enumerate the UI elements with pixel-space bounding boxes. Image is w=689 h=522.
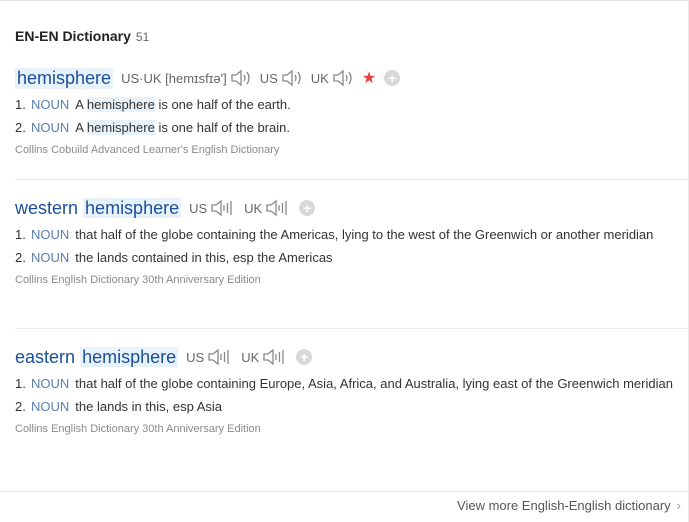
headword-highlight: hemisphere xyxy=(80,346,179,367)
speaker-icon[interactable] xyxy=(332,69,354,87)
headword-prefix: eastern xyxy=(15,346,76,367)
speaker-wave-icon[interactable] xyxy=(265,199,291,217)
dictionary-source: Collins Cobuild Advanced Learner's Engli… xyxy=(15,144,280,156)
definition-highlight: hemisphere xyxy=(86,120,155,135)
dictionary-source: Collins English Dictionary 30th Annivers… xyxy=(15,423,261,435)
add-icon[interactable]: + xyxy=(296,349,313,365)
definition-suffix: is one half of the brain. xyxy=(158,120,290,135)
us-label: US xyxy=(186,349,205,365)
headword[interactable]: eastern hemisphere xyxy=(15,346,179,368)
definition-item: 1. NOUN that half of the globe containin… xyxy=(15,374,675,394)
definition-number: 1. xyxy=(15,376,26,391)
definition-number: 2. xyxy=(15,399,26,414)
part-of-speech: NOUN xyxy=(31,227,70,242)
speaker-wave-icon[interactable] xyxy=(207,348,233,366)
us-label: US xyxy=(259,70,278,86)
uk-label: UK xyxy=(244,200,263,216)
definition-text: that half of the globe containing the Am… xyxy=(75,227,654,242)
definition-item: 1. NOUN A hemisphere is one half of the … xyxy=(15,95,675,115)
definition-text: A hemisphere is one half of the brain. xyxy=(75,118,675,138)
headword[interactable]: hemisphere xyxy=(15,67,114,89)
pronunciation-uk: UK xyxy=(244,199,291,217)
definition-suffix: is one half of the earth. xyxy=(158,97,291,112)
definitions: 1. NOUN that half of the globe containin… xyxy=(15,374,675,417)
result-count: 51 xyxy=(135,30,150,44)
view-more-label: View more English-English dictionary xyxy=(457,498,671,513)
pronunciation-us: US xyxy=(186,348,233,366)
definition-text: the lands contained in this, esp the Ame… xyxy=(75,250,333,265)
dictionary-header: EN-EN Dictionary 51 xyxy=(15,28,149,44)
definition-item: 1. NOUN that half of the globe containin… xyxy=(15,225,675,245)
footer-divider xyxy=(0,491,689,492)
dictionary-source: Collins English Dictionary 30th Annivers… xyxy=(15,274,261,286)
entry-headline: hemisphere US·UK [hemɪsfɪə'] US UK ★ + xyxy=(15,66,675,90)
entry-headline: eastern hemisphere US UK + xyxy=(15,345,675,369)
entry-divider xyxy=(15,328,689,329)
definition-highlight: hemisphere xyxy=(86,97,155,112)
definition-item: 2. NOUN the lands in this, esp Asia xyxy=(15,397,675,417)
definition-item: 2. NOUN the lands contained in this, esp… xyxy=(15,248,675,268)
definition-number: 2. xyxy=(15,250,26,265)
top-border xyxy=(0,0,689,1)
speaker-wave-icon[interactable] xyxy=(262,348,288,366)
pronunciation-us: US xyxy=(260,69,303,87)
chevron-right-icon: › xyxy=(676,498,681,513)
add-icon[interactable]: + xyxy=(299,200,316,216)
definitions: 1. NOUN that half of the globe containin… xyxy=(15,225,675,268)
uk-label: UK xyxy=(241,349,260,365)
phonetic-label: US·UK [hemɪsfɪə'] xyxy=(121,70,227,86)
definitions: 1. NOUN A hemisphere is one half of the … xyxy=(15,95,675,138)
definition-number: 1. xyxy=(15,227,26,242)
definition-text: A hemisphere is one half of the earth. xyxy=(75,95,675,115)
part-of-speech: NOUN xyxy=(31,399,70,414)
speaker-wave-icon[interactable] xyxy=(210,199,236,217)
part-of-speech: NOUN xyxy=(31,250,70,265)
us-label: US xyxy=(189,200,208,216)
pronunciation-uk: UK xyxy=(311,69,354,87)
dictionary-title: EN-EN Dictionary xyxy=(15,28,131,44)
view-more-link[interactable]: View more English-English dictionary › xyxy=(457,498,681,513)
headword-prefix: western xyxy=(15,197,79,218)
entry-divider xyxy=(15,179,689,180)
part-of-speech: NOUN xyxy=(31,376,70,391)
part-of-speech: NOUN xyxy=(31,120,70,135)
definition-text: that half of the globe containing Europe… xyxy=(75,376,673,391)
pronunciation-uk: UK xyxy=(241,348,288,366)
speaker-icon[interactable] xyxy=(281,69,303,87)
star-icon[interactable]: ★ xyxy=(362,68,376,88)
entry-hemisphere: hemisphere US·UK [hemɪsfɪə'] US UK ★ + 1… xyxy=(15,66,675,156)
definition-text: the lands in this, esp Asia xyxy=(75,399,222,414)
entry-headline: western hemisphere US UK + xyxy=(15,196,675,220)
uk-label: UK xyxy=(310,70,329,86)
entry-western-hemisphere: western hemisphere US UK + 1. NOUN that … xyxy=(15,196,675,286)
part-of-speech: NOUN xyxy=(31,97,70,112)
entry-eastern-hemisphere: eastern hemisphere US UK + 1. NOUN that … xyxy=(15,345,675,435)
definition-prefix: A xyxy=(75,97,84,112)
definition-number: 1. xyxy=(15,97,26,112)
speaker-icon[interactable] xyxy=(230,69,252,87)
headword[interactable]: western hemisphere xyxy=(15,197,182,219)
pronunciation-usuk: US·UK [hemɪsfɪə'] xyxy=(121,69,252,87)
definition-item: 2. NOUN A hemisphere is one half of the … xyxy=(15,118,675,138)
definition-number: 2. xyxy=(15,120,26,135)
definition-prefix: A xyxy=(75,120,84,135)
add-icon[interactable]: + xyxy=(384,70,401,86)
pronunciation-us: US xyxy=(189,199,236,217)
headword-highlight: hemisphere xyxy=(83,197,182,218)
